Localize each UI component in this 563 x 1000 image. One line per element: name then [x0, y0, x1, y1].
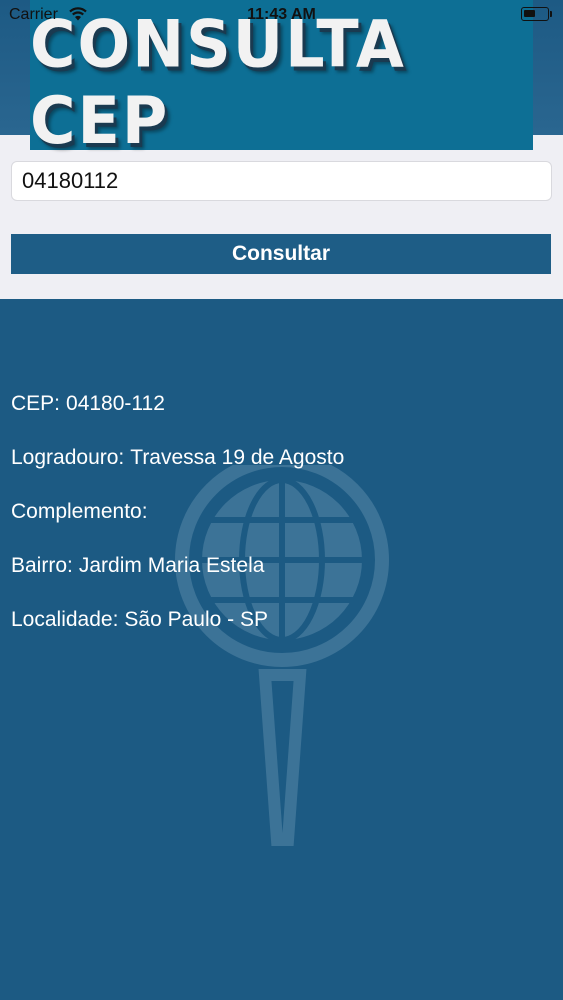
result-cep-label: CEP: — [11, 392, 61, 415]
result-bairro-label: Bairro: — [11, 554, 73, 577]
result-bairro: Bairro: Jardim Maria Estela — [11, 554, 344, 608]
consultar-button[interactable]: Consultar — [11, 234, 551, 274]
result-localidade-label: Localidade: — [11, 608, 119, 631]
search-form: Consultar — [0, 135, 563, 299]
status-time: 11:43 AM — [247, 6, 316, 23]
result-logradouro-value: Travessa 19 de Agosto — [130, 446, 345, 469]
result-cep: CEP: 04180-112 — [11, 392, 344, 446]
result-localidade-value: São Paulo - SP — [124, 608, 269, 631]
result-list: CEP: 04180-112 Logradouro: Travessa 19 de … — [11, 392, 344, 662]
result-localidade: Localidade: São Paulo - SP — [11, 608, 344, 662]
result-logradouro: Logradouro: Travessa 19 de Agosto — [11, 446, 344, 500]
cep-input[interactable] — [11, 161, 552, 201]
result-complemento: Complemento: — [11, 500, 344, 554]
result-cep-value: 04180-112 — [66, 392, 165, 415]
result-complemento-label: Complemento: — [11, 500, 148, 523]
status-bar: Carrier 11:43 AM — [0, 0, 563, 30]
battery-icon — [521, 7, 552, 21]
result-logradouro-label: Logradouro: — [11, 446, 125, 469]
result-bairro-value: Jardim Maria Estela — [78, 554, 265, 577]
